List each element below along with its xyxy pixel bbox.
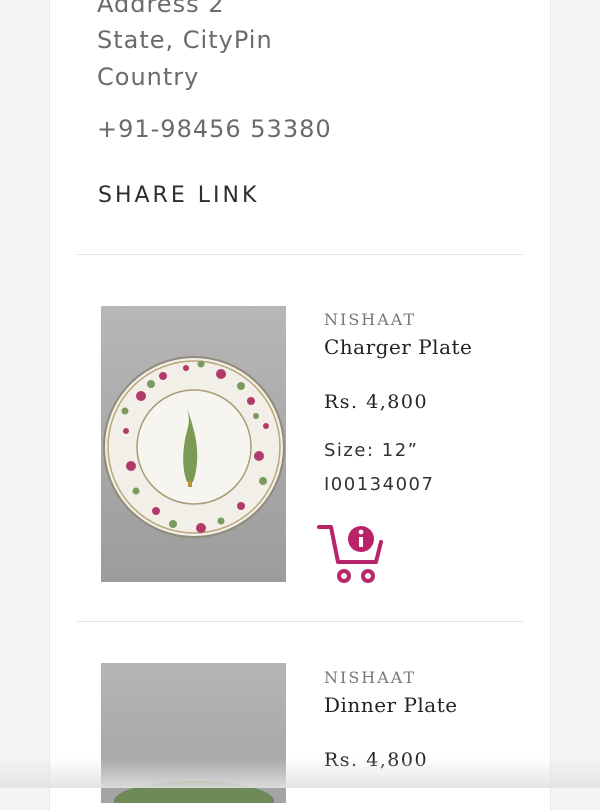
product-name[interactable]: Dinner Plate <box>324 693 458 717</box>
plate-image <box>101 306 286 582</box>
product-size: Size: 12” <box>324 440 419 461</box>
divider <box>77 621 523 622</box>
product-price: Rs. 4,800 <box>324 391 429 413</box>
address-line-1: Address 2 <box>97 0 225 18</box>
product-name[interactable]: Charger Plate <box>324 335 472 359</box>
cart-info-icon[interactable] <box>316 522 384 586</box>
address-line-3: Country <box>97 63 200 91</box>
bottom-fade <box>0 758 600 788</box>
product-image-charger-plate[interactable] <box>101 306 286 582</box>
product-brand: NISHAAT <box>324 668 417 687</box>
address-line-2: State, CityPin <box>97 26 273 54</box>
product-brand: NISHAAT <box>324 310 417 329</box>
product-sku: I00134007 <box>324 474 435 495</box>
phone-number: +91-98456 53380 <box>97 115 332 143</box>
share-link-button[interactable]: SHARE LINK <box>98 183 259 208</box>
divider <box>77 254 523 255</box>
